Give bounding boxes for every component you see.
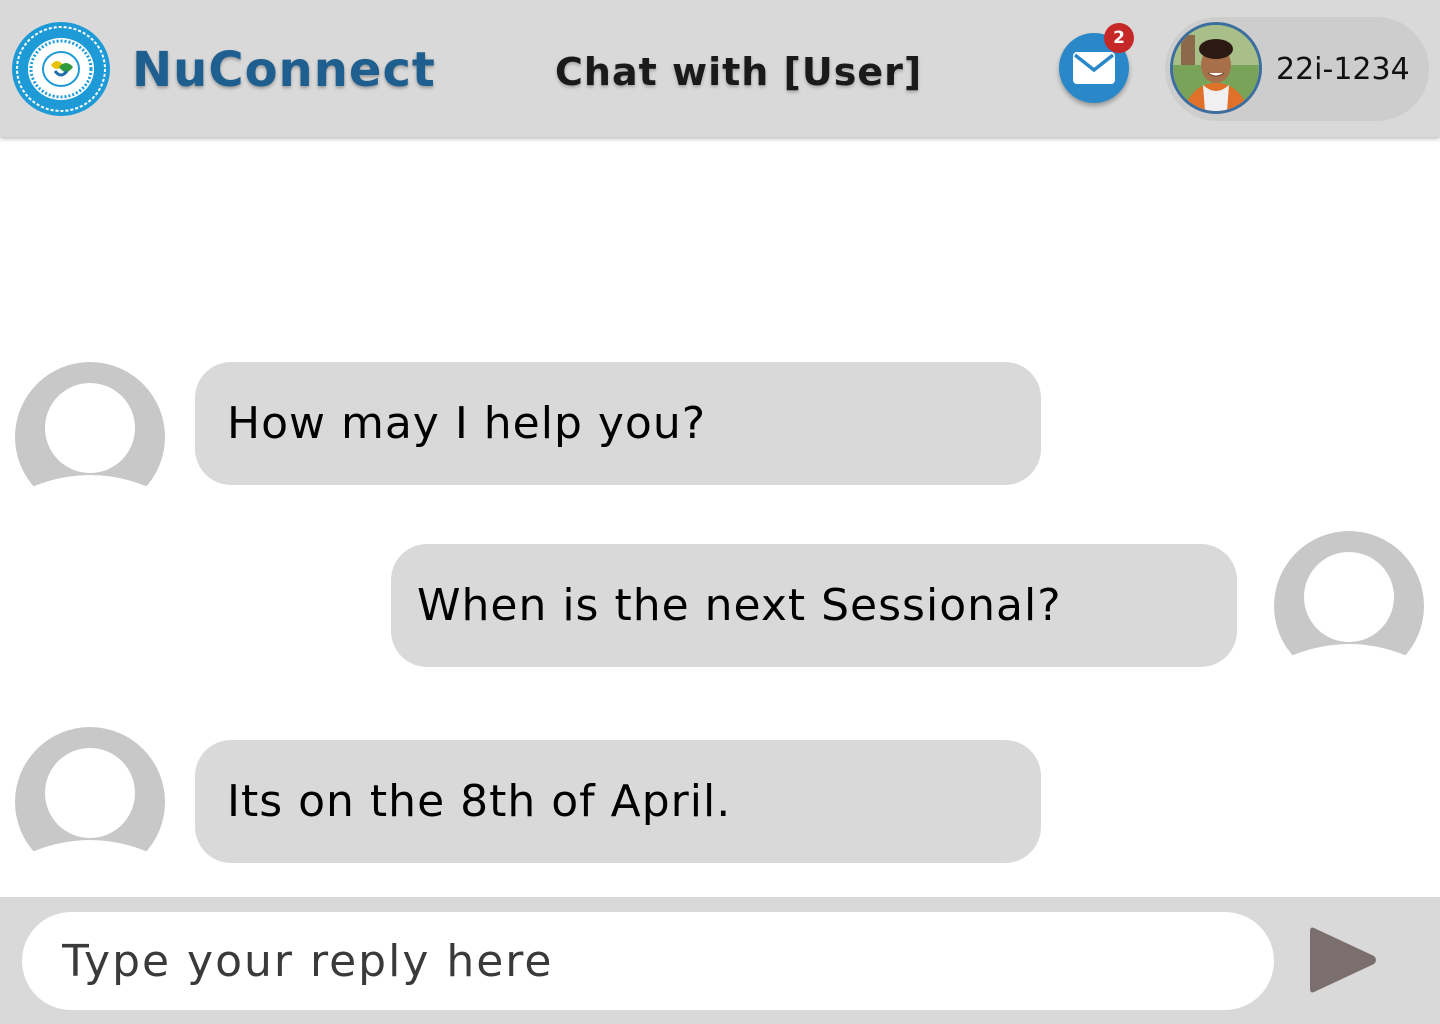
user-avatar-icon <box>15 362 165 512</box>
user-avatar-icon <box>1274 531 1424 681</box>
user-avatar-icon <box>15 727 165 877</box>
mail-icon <box>1073 52 1115 84</box>
message-bubble-received: Its on the 8th of April. <box>195 740 1041 863</box>
send-button[interactable] <box>1304 920 1384 1000</box>
student-id: 22i-1234 <box>1276 52 1410 87</box>
profile-avatar[interactable] <box>1170 22 1262 114</box>
chat-title: Chat with [User] <box>555 50 923 94</box>
message-bubble-received: How may I help you? <box>195 362 1041 485</box>
unread-count-badge: 2 <box>1104 23 1134 53</box>
app-brand-name[interactable]: NuConnect <box>132 40 436 100</box>
message-bubble-sent: When is the next Sessional? <box>391 544 1237 667</box>
top-bar: NuConnect Chat with [User] 2 22i-1234 <box>0 0 1440 137</box>
send-icon <box>1310 927 1376 993</box>
reply-input[interactable] <box>22 912 1274 1010</box>
university-logo[interactable] <box>11 21 111 117</box>
